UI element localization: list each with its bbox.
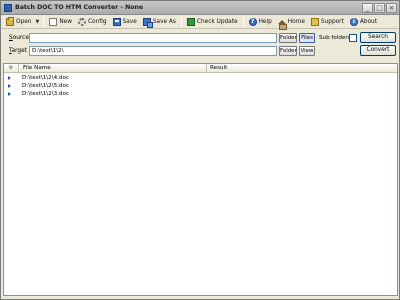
title-bar[interactable]: Batch DOC TO HTM Converter - None _ □ × [1, 1, 399, 15]
help-label: Help [258, 18, 272, 25]
source-files-button[interactable]: Files [299, 33, 315, 43]
about-label: About [359, 18, 377, 25]
window-title: Batch DOC TO HTM Converter - None [15, 4, 144, 11]
support-icon [310, 17, 319, 26]
update-icon [186, 17, 195, 26]
config-label: Config [88, 18, 107, 25]
list-item[interactable]: D:\test\1\2\4.doc [4, 74, 397, 82]
home-icon [277, 19, 287, 30]
new-label: New [59, 18, 72, 25]
source-input[interactable] [29, 33, 277, 43]
about-button[interactable]: i About [347, 16, 380, 28]
list-body: D:\test\1\2\4.doc D:\test\1\2\5.doc D:\t… [4, 74, 397, 98]
app-window: Batch DOC TO HTM Converter - None _ □ × … [0, 0, 400, 300]
open-button[interactable]: Open [3, 16, 34, 28]
target-folder-button[interactable]: Folder [279, 46, 297, 56]
open-label: Open [16, 18, 32, 25]
save-label: Save [122, 18, 137, 25]
list-item[interactable]: D:\test\1\2\5.doc [4, 82, 397, 90]
minimize-button[interactable]: _ [362, 3, 373, 13]
save-as-icon [142, 17, 153, 28]
close-button[interactable]: × [386, 3, 397, 13]
app-icon [4, 4, 12, 12]
gear-icon [78, 17, 86, 26]
column-header-file-name[interactable]: File Name [20, 64, 207, 73]
new-button[interactable]: New [46, 16, 75, 28]
source-folder-button[interactable]: Folder [279, 33, 297, 43]
new-document-icon [49, 17, 58, 26]
save-as-label: Save As [152, 18, 176, 25]
maximize-button[interactable]: □ [374, 3, 385, 13]
save-button[interactable]: Save [110, 16, 140, 28]
column-settings-icon[interactable]: ⚙ [4, 64, 19, 73]
list-header: ⚙ File Name Result [4, 64, 397, 73]
search-button[interactable]: Search [360, 32, 396, 43]
toolbar-separator [242, 16, 244, 27]
target-row: Target Folder View Convert [1, 45, 399, 57]
target-label: Target [9, 48, 27, 54]
file-list[interactable]: ⚙ File Name Result D:\test\1\2\4.doc D:\… [3, 63, 398, 296]
toolbar-separator [180, 16, 182, 27]
row-arrow-icon [8, 92, 11, 96]
home-label: Home [287, 18, 305, 25]
source-row: Source Folder Files Sub folders Search [1, 32, 399, 44]
subfolders-label: Sub folders [319, 35, 351, 41]
help-button[interactable]: ? Help [246, 16, 275, 28]
target-view-button[interactable]: View [299, 46, 315, 56]
help-icon: ? [248, 17, 257, 26]
toolbar: Open ▼ New Config Save Save As Check Upd… [1, 15, 399, 30]
check-update-button[interactable]: Check Update [184, 16, 241, 28]
row-file-name: D:\test\1\2\5.doc [22, 83, 69, 89]
row-file-name: D:\test\1\2\4.doc [22, 75, 69, 81]
row-arrow-icon [8, 84, 11, 88]
open-folder-icon [6, 16, 14, 26]
subfolders-checkbox[interactable] [349, 34, 357, 42]
support-button[interactable]: Support [308, 16, 347, 28]
window-controls: _ □ × [362, 3, 397, 13]
column-header-result[interactable]: Result [208, 64, 397, 73]
convert-button[interactable]: Convert [360, 45, 396, 56]
toolbar-separator [43, 16, 45, 27]
row-file-name: D:\test\1\2\3.doc [22, 91, 69, 97]
target-input[interactable] [29, 46, 277, 56]
about-icon: i [349, 17, 358, 26]
config-button[interactable]: Config [75, 16, 110, 28]
source-label: Source [9, 35, 29, 41]
list-item[interactable]: D:\test\1\2\3.doc [4, 90, 397, 98]
home-button[interactable]: Home [275, 16, 308, 30]
support-label: Support [320, 18, 344, 25]
row-arrow-icon [8, 76, 11, 80]
save-as-button[interactable]: Save As [140, 16, 179, 28]
check-update-label: Check Update [196, 18, 238, 25]
save-disk-icon [112, 17, 121, 26]
open-dropdown-arrow-icon[interactable]: ▼ [35, 19, 39, 25]
